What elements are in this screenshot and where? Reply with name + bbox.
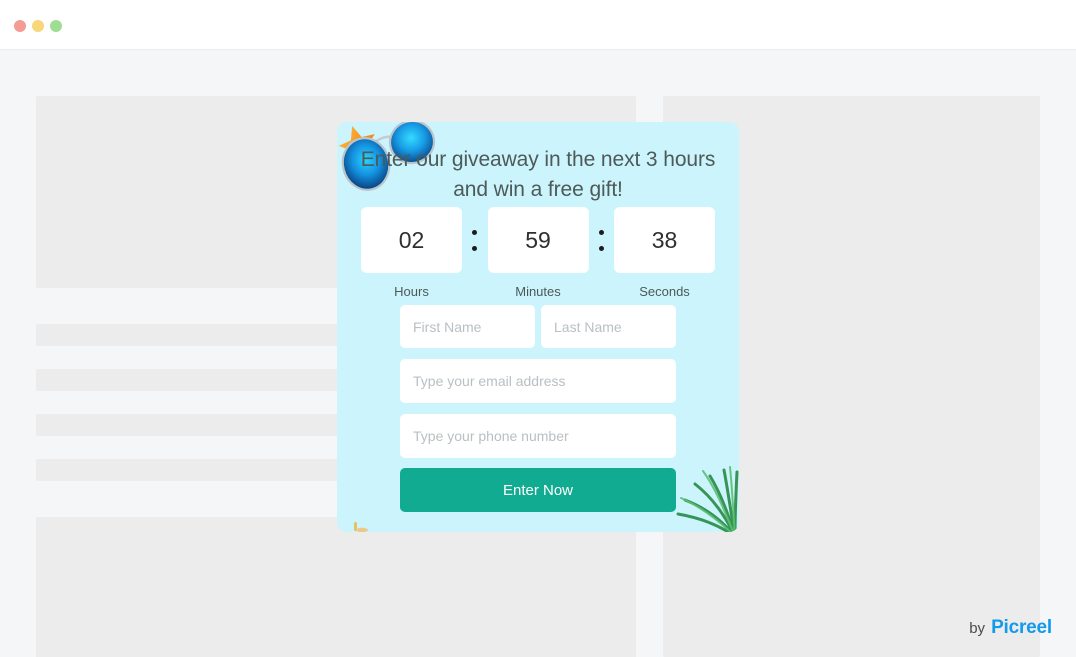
countdown-separator (592, 207, 610, 273)
countdown-label-seconds: Seconds (639, 284, 690, 299)
countdown-separator (466, 207, 484, 273)
close-dot[interactable] (14, 20, 26, 32)
countdown-value-minutes: 59 (487, 207, 589, 273)
brand-name-label: Picreel (991, 617, 1052, 638)
app-window: Enter our giveaway in the next 3 hours a… (0, 0, 1076, 657)
countdown-value-hours: 02 (361, 207, 462, 273)
minimize-dot[interactable] (32, 20, 44, 32)
giveaway-modal: Enter our giveaway in the next 3 hours a… (337, 122, 739, 532)
sand-speck-icon (351, 520, 373, 532)
email-input[interactable] (400, 359, 676, 403)
skeleton-footer-block (36, 517, 636, 657)
brand-by-label: by (969, 620, 986, 637)
picreel-branding[interactable]: by Picreel (969, 617, 1052, 639)
giveaway-form: Enter Now (400, 305, 676, 512)
name-row (400, 305, 676, 348)
modal-title: Enter our giveaway in the next 3 hours a… (360, 148, 716, 201)
countdown-label-minutes: Minutes (515, 284, 561, 299)
phone-input[interactable] (400, 414, 676, 458)
maximize-dot[interactable] (50, 20, 62, 32)
countdown-unit-minutes: 59 Minutes (487, 207, 589, 299)
countdown-label-hours: Hours (394, 284, 429, 299)
enter-now-button[interactable]: Enter Now (400, 468, 676, 512)
first-name-input[interactable] (400, 305, 535, 348)
browser-titlebar (0, 0, 1076, 50)
countdown-unit-seconds: 38 Seconds (614, 207, 715, 299)
countdown-timer: 02 Hours 59 Minutes 38 Seconds (361, 207, 715, 299)
last-name-input[interactable] (541, 305, 676, 348)
countdown-unit-hours: 02 Hours (361, 207, 462, 299)
countdown-value-seconds: 38 (614, 207, 715, 273)
window-controls (14, 20, 62, 32)
